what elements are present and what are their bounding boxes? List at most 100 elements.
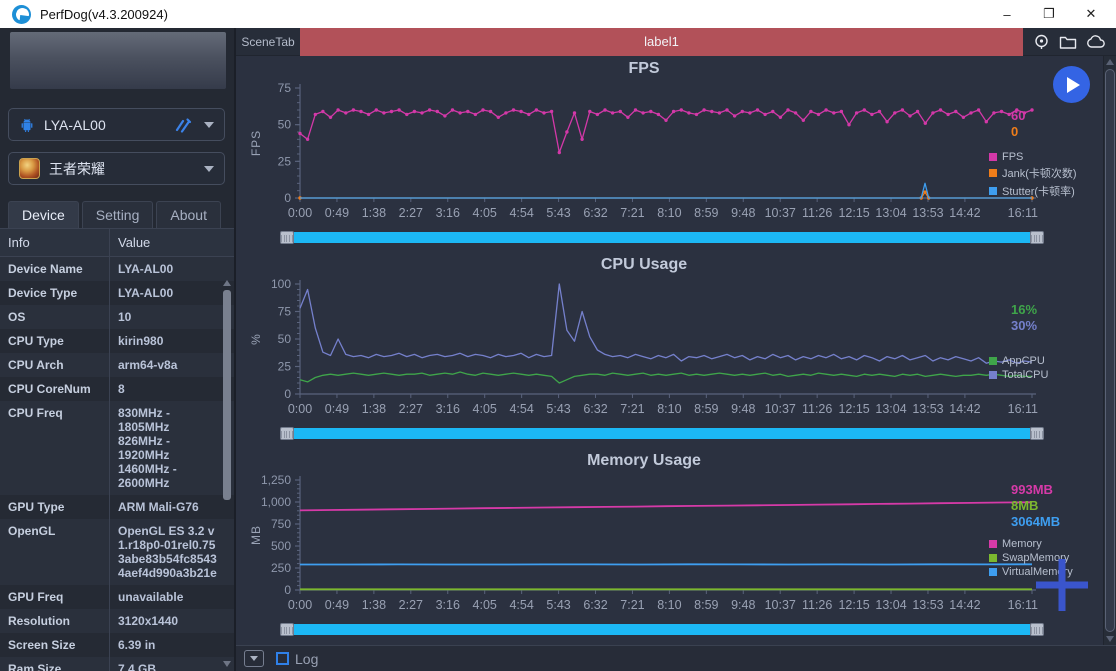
scene-tab[interactable]: SceneTab — [236, 35, 300, 49]
title-bar: PerfDog(v4.3.200924) – ❐ ✕ — [0, 0, 1116, 28]
table-row[interactable]: Device NameLYA-AL00 — [0, 257, 234, 281]
chevron-down-icon — [250, 656, 258, 661]
info-cell: Device Type — [0, 281, 110, 305]
scene-label[interactable]: label1 — [300, 28, 1023, 56]
table-row[interactable]: CPU Archarm64-v8a — [0, 353, 234, 377]
range-handle-left[interactable] — [280, 623, 294, 636]
minimize-button[interactable]: – — [986, 1, 1028, 27]
memory-current-values: 993MB8MB3064MB — [1011, 482, 1085, 529]
window-title: PerfDog(v4.3.200924) — [40, 7, 168, 22]
svg-text:10:37: 10:37 — [765, 206, 796, 220]
range-bar[interactable] — [294, 624, 1030, 635]
info-table-body: Device NameLYA-AL00Device TypeLYA-AL00OS… — [0, 257, 234, 671]
tab-device[interactable]: Device — [8, 201, 79, 228]
svg-text:5:43: 5:43 — [546, 206, 570, 220]
info-cell: CPU CoreNum — [0, 377, 110, 401]
svg-text:13:53: 13:53 — [912, 402, 943, 416]
device-selector-label: LYA-AL00 — [44, 117, 174, 133]
value-cell: ARM Mali-G76 — [110, 495, 234, 519]
scroll-down-icon[interactable] — [1106, 636, 1114, 642]
cloud-icon[interactable] — [1086, 34, 1106, 49]
fps-legend: FPS Jank(卡顿次数) Stutter(卡顿率) — [989, 151, 1085, 199]
table-row[interactable]: CPU Freq830MHz - 1805MHz 826MHz - 1920MH… — [0, 401, 234, 495]
sidebar-scrollbar[interactable] — [222, 280, 232, 667]
app-selector[interactable]: 王者荣耀 — [8, 152, 225, 185]
device-selector[interactable]: LYA-AL00 — [8, 108, 225, 141]
value-cell: LYA-AL00 — [110, 281, 234, 305]
legend-swatch — [989, 371, 997, 379]
table-row[interactable]: Device TypeLYA-AL00 — [0, 281, 234, 305]
scroll-up-icon[interactable] — [1106, 59, 1114, 65]
scroll-down-icon[interactable] — [223, 661, 231, 667]
info-cell: CPU Arch — [0, 353, 110, 377]
legend-item[interactable]: Memory — [989, 538, 1085, 550]
memory-chart-section: Memory Usage 02505007501,0001,250MB0:000… — [236, 448, 1103, 644]
svg-text:14:42: 14:42 — [949, 598, 980, 612]
log-toggle[interactable]: Log — [276, 651, 318, 667]
range-bar[interactable] — [294, 232, 1030, 243]
legend-swatch — [989, 153, 997, 161]
range-handle-left[interactable] — [280, 231, 294, 244]
start-test-button[interactable] — [1053, 66, 1090, 103]
legend-swatch — [989, 169, 997, 177]
value-cell: 10 — [110, 305, 234, 329]
table-row[interactable]: CPU CoreNum8 — [0, 377, 234, 401]
range-handle-right[interactable] — [1030, 427, 1044, 440]
table-row[interactable]: GPU Frequnavailable — [0, 585, 234, 609]
legend-item[interactable]: TotalCPU — [989, 369, 1085, 381]
cpu-chart-plot: 0255075100%0:000:491:382:273:164:054:545… — [244, 276, 1048, 426]
cpu-side-column: 16%30% AppCPU TotalCPU — [989, 252, 1085, 381]
main-scrollbar-thumb[interactable] — [1105, 69, 1115, 632]
legend-item[interactable]: Stutter(卡顿率) — [989, 183, 1085, 199]
main-scrollbar[interactable] — [1103, 56, 1116, 645]
legend-swatch — [989, 357, 997, 365]
range-handle-right[interactable] — [1030, 623, 1044, 636]
tab-setting[interactable]: Setting — [82, 201, 154, 228]
svg-text:2:27: 2:27 — [399, 206, 423, 220]
table-row[interactable]: Resolution3120x1440 — [0, 609, 234, 633]
value-cell: 3120x1440 — [110, 609, 234, 633]
fps-current-values: 600 — [1011, 108, 1085, 139]
svg-text:16:11: 16:11 — [1008, 598, 1038, 612]
cpu-current-values: 16%30% — [1011, 302, 1085, 333]
table-row[interactable]: Ram Size7.4 GB — [0, 657, 234, 671]
info-cell: Resolution — [0, 609, 110, 633]
table-row[interactable]: Screen Size6.39 in — [0, 633, 234, 657]
location-icon[interactable] — [1033, 33, 1050, 50]
table-row[interactable]: GPU TypeARM Mali-G76 — [0, 495, 234, 519]
memory-time-range-slider[interactable] — [280, 623, 1044, 636]
svg-text:25: 25 — [278, 154, 292, 168]
log-label: Log — [295, 651, 318, 667]
tab-about[interactable]: About — [156, 201, 221, 228]
legend-item[interactable]: AppCPU — [989, 355, 1085, 367]
info-cell: OpenGL — [0, 519, 110, 585]
range-handle-left[interactable] — [280, 427, 294, 440]
scroll-up-icon[interactable] — [223, 280, 231, 286]
memory-chart-plot: 02505007501,0001,250MB0:000:491:382:273:… — [244, 472, 1048, 622]
info-cell: CPU Type — [0, 329, 110, 353]
legend-item[interactable]: FPS — [989, 151, 1085, 163]
current-value: 993MB — [1011, 482, 1085, 497]
svg-text:16:11: 16:11 — [1008, 206, 1038, 220]
fps-time-range-slider[interactable] — [280, 231, 1044, 244]
main-panel: SceneTab label1 — [236, 28, 1116, 671]
value-cell: 8 — [110, 377, 234, 401]
range-bar[interactable] — [294, 428, 1030, 439]
legend-item[interactable]: Jank(卡顿次数) — [989, 165, 1085, 181]
close-button[interactable]: ✕ — [1070, 1, 1112, 27]
add-label-button[interactable] — [1036, 559, 1088, 611]
collapse-panel-button[interactable] — [244, 650, 264, 667]
cpu-time-range-slider[interactable] — [280, 427, 1044, 440]
range-handle-right[interactable] — [1030, 231, 1044, 244]
legend-label: TotalCPU — [1002, 369, 1048, 381]
table-row[interactable]: CPU Typekirin980 — [0, 329, 234, 353]
svg-text:8:59: 8:59 — [694, 206, 718, 220]
svg-text:13:53: 13:53 — [912, 206, 943, 220]
svg-text:5:43: 5:43 — [546, 402, 570, 416]
log-checkbox[interactable] — [276, 652, 289, 665]
table-row[interactable]: OS10 — [0, 305, 234, 329]
maximize-button[interactable]: ❐ — [1028, 1, 1070, 27]
sidebar-scrollbar-thumb[interactable] — [223, 290, 231, 500]
table-row[interactable]: OpenGLOpenGL ES 3.2 v1.r18p0-01rel0.753a… — [0, 519, 234, 585]
folder-icon[interactable] — [1059, 34, 1077, 50]
